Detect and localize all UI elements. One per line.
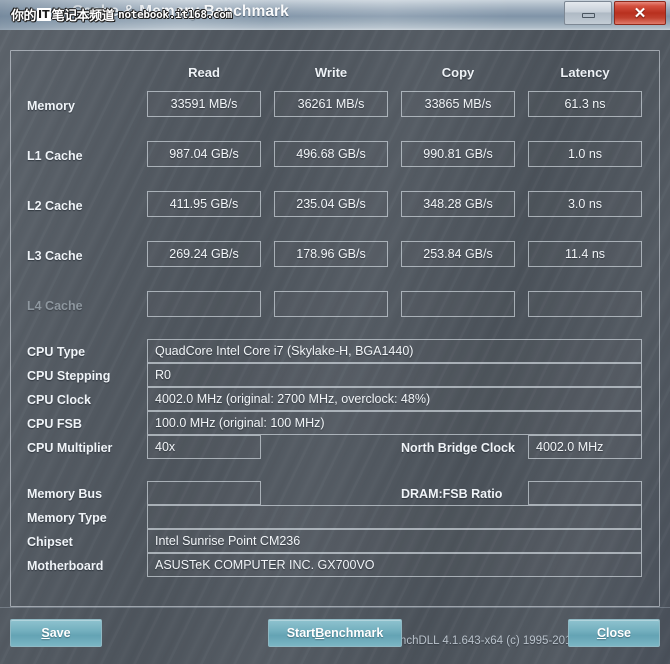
start-button-post: enchmark	[324, 626, 384, 640]
watermark-text-cn2: 笔记本频道	[51, 8, 115, 24]
start-benchmark-button[interactable]: Start Benchmark	[268, 619, 402, 647]
save-button-post: ave	[49, 626, 71, 640]
window-controls: ✕	[564, 1, 666, 25]
watermark-text-cn: 你的	[11, 8, 37, 24]
cpu-type-label: CPU Type	[27, 345, 86, 359]
watermark-url: notebook.it168.com	[118, 7, 232, 21]
save-button[interactable]: Save	[10, 619, 102, 647]
l1-copy-field: 990.81 GB/s	[401, 141, 515, 167]
memory-copy-field: 33865 MB/s	[401, 91, 515, 117]
motherboard-label: Motherboard	[27, 559, 104, 573]
motherboard-field: ASUSTeK COMPUTER INC. GX700VO	[147, 553, 642, 577]
l3-copy-field: 253.84 GB/s	[401, 241, 515, 267]
minimize-icon	[581, 12, 595, 18]
l4-copy-field	[401, 291, 515, 317]
minimize-button[interactable]	[564, 1, 612, 25]
l1-write-field: 496.68 GB/s	[274, 141, 388, 167]
north-bridge-clock-label: North Bridge Clock	[401, 441, 515, 455]
close-button[interactable]: Close	[568, 619, 660, 647]
cpu-type-field: QuadCore Intel Core i7 (Skylake-H, BGA14…	[147, 339, 642, 363]
memory-write-field: 36261 MB/s	[274, 91, 388, 117]
close-button-post: lose	[606, 626, 632, 640]
cache-memory-benchmark-window: Cache & Memory Benchmark 你的 IT 笔记本频道 not…	[0, 0, 670, 664]
cpu-multiplier-field: 40x	[147, 435, 261, 459]
save-button-accel: S	[41, 626, 50, 640]
row-label-l3-cache: L3 Cache	[27, 249, 83, 263]
l3-latency-field: 11.4 ns	[528, 241, 642, 267]
memory-type-field	[147, 505, 642, 529]
cpu-multiplier-label: CPU Multiplier	[27, 441, 113, 455]
start-button-accel: B	[315, 626, 325, 640]
l2-write-field: 235.04 GB/s	[274, 191, 388, 217]
watermark-text-it: IT	[37, 7, 51, 21]
memory-bus-field	[147, 481, 261, 505]
close-icon: ✕	[633, 4, 647, 22]
memory-read-field: 33591 MB/s	[147, 91, 261, 117]
cpu-clock-label: CPU Clock	[27, 393, 91, 407]
cpu-fsb-field: 100.0 MHz (original: 100 MHz)	[147, 411, 642, 435]
button-bar: Save Start Benchmark Close	[0, 607, 670, 664]
close-window-button[interactable]: ✕	[614, 1, 666, 25]
column-header-latency: Latency	[560, 65, 610, 80]
north-bridge-clock-field: 4002.0 MHz	[528, 435, 642, 459]
column-header-write: Write	[314, 65, 348, 80]
cpu-stepping-label: CPU Stepping	[27, 369, 111, 383]
column-header-read: Read	[188, 65, 220, 80]
chipset-field: Intel Sunrise Point CM236	[147, 529, 642, 553]
l1-latency-field: 1.0 ns	[528, 141, 642, 167]
chipset-label: Chipset	[27, 535, 73, 549]
title-bar[interactable]: Cache & Memory Benchmark 你的 IT 笔记本频道 not…	[0, 0, 670, 30]
cpu-clock-field: 4002.0 MHz (original: 2700 MHz, overcloc…	[147, 387, 642, 411]
row-label-l4-cache: L4 Cache	[27, 299, 83, 313]
site-watermark: 你的 IT 笔记本频道 notebook.it168.com	[11, 5, 232, 24]
l2-latency-field: 3.0 ns	[528, 191, 642, 217]
memory-type-label: Memory Type	[27, 511, 107, 525]
l2-copy-field: 348.28 GB/s	[401, 191, 515, 217]
l1-read-field: 987.04 GB/s	[147, 141, 261, 167]
l2-read-field: 411.95 GB/s	[147, 191, 261, 217]
cpu-stepping-field: R0	[147, 363, 642, 387]
memory-latency-field: 61.3 ns	[528, 91, 642, 117]
memory-bus-label: Memory Bus	[27, 487, 103, 501]
row-label-l2-cache: L2 Cache	[27, 199, 83, 213]
dram-fsb-ratio-field	[528, 481, 642, 505]
l4-latency-field	[528, 291, 642, 317]
benchmark-panel: Read Write Copy Latency Memory 33591 MB/…	[10, 50, 660, 647]
row-label-l1-cache: L1 Cache	[27, 149, 83, 163]
l4-write-field	[274, 291, 388, 317]
row-label-memory: Memory	[27, 99, 75, 113]
l3-read-field: 269.24 GB/s	[147, 241, 261, 267]
l4-read-field	[147, 291, 261, 317]
start-button-pre: Start	[286, 626, 316, 640]
column-header-copy: Copy	[441, 65, 475, 80]
dram-fsb-ratio-label: DRAM:FSB Ratio	[401, 487, 503, 501]
close-button-accel: C	[596, 626, 606, 640]
cpu-fsb-label: CPU FSB	[27, 417, 82, 431]
l3-write-field: 178.96 GB/s	[274, 241, 388, 267]
